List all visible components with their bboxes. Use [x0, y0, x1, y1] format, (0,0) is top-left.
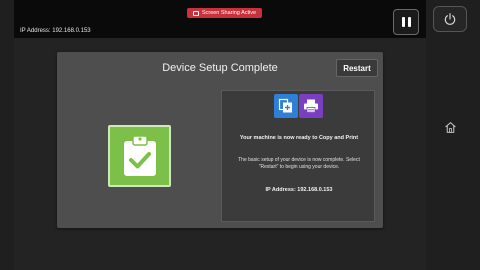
print-icon: [304, 99, 318, 113]
restart-button[interactable]: Restart: [336, 59, 378, 77]
home-button[interactable]: [437, 116, 463, 138]
screen-sharing-badge: Screen Sharing Active: [187, 8, 262, 18]
power-icon: [444, 13, 456, 25]
home-icon: [444, 121, 456, 133]
screen-share-icon: [192, 10, 199, 16]
copy-app-tile: [274, 94, 298, 118]
pause-button[interactable]: [393, 9, 419, 35]
device-screen: IP Address: 192.168.0.153 Screen Sharing…: [0, 0, 480, 270]
copy-icon: [278, 98, 292, 113]
screen-sharing-label: Screen Sharing Active: [201, 10, 257, 16]
power-button[interactable]: [433, 6, 467, 32]
pause-icon: [401, 17, 405, 27]
clipboard-tile: [108, 125, 171, 187]
pause-icon-bar: [407, 17, 411, 27]
setup-complete-dialog: Device Setup Complete Restart Your machi…: [57, 52, 383, 228]
dialog-title: Device Setup Complete: [162, 62, 278, 74]
print-app-tile: [299, 94, 323, 118]
ready-heading: Your machine is now ready to Copy and Pr…: [239, 135, 359, 141]
status-ip-address: IP Address: 192.168.0.153: [20, 28, 91, 34]
app-icons: [274, 94, 323, 118]
info-panel: Your machine is now ready to Copy and Pr…: [221, 90, 375, 222]
clipboard-check-icon: [123, 135, 156, 176]
panel-ip-address: IP Address: 192.168.0.153: [265, 187, 333, 193]
setup-description: The basic setup of your device is now co…: [238, 157, 360, 170]
